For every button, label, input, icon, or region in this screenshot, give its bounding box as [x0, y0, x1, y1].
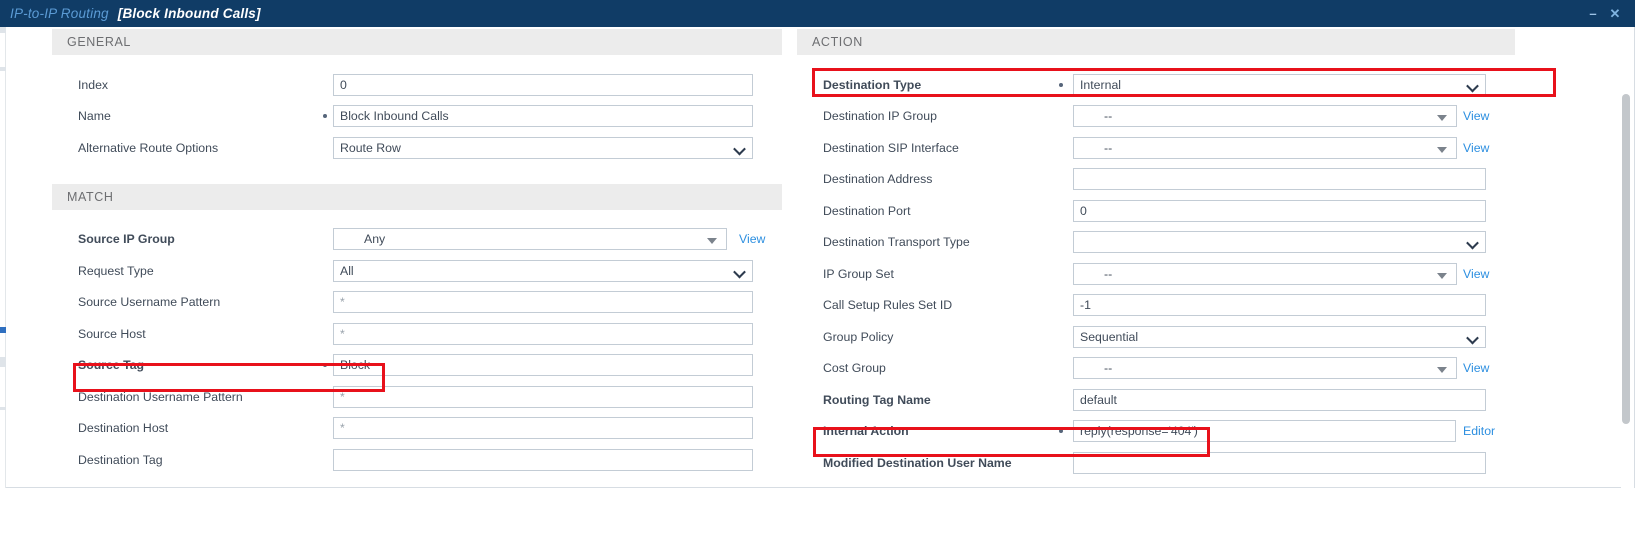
input-destination-host[interactable]: *: [333, 417, 753, 440]
label-cost-group: Cost Group: [823, 361, 886, 376]
row-modified-destination-user-name: Modified Destination User Name: [797, 447, 1515, 479]
label-source-username-pattern: Source Username Pattern: [78, 295, 221, 310]
label-destination-ip-group: Destination IP Group: [823, 109, 937, 124]
label-request-type: Request Type: [78, 263, 154, 278]
section-header-action: ACTION: [797, 29, 1515, 55]
view-link-destination-sip-interface[interactable]: View: [1463, 141, 1489, 155]
label-routing-tag-name: Routing Tag Name: [823, 392, 931, 407]
row-destination-tag: Destination Tag: [52, 444, 782, 476]
label-destination-sip-interface: Destination SIP Interface: [823, 140, 959, 155]
label-source-tag: Source Tag: [78, 358, 145, 373]
label-destination-host: Destination Host: [78, 421, 169, 436]
editor-link-internal-action[interactable]: Editor: [1463, 424, 1495, 438]
select-cost-group[interactable]: --: [1073, 357, 1457, 380]
row-source-host: Source Host *: [52, 318, 782, 350]
row-destination-address: Destination Address: [797, 164, 1515, 196]
input-source-host[interactable]: *: [333, 322, 753, 345]
label-destination-tag: Destination Tag: [78, 452, 163, 467]
select-group-policy[interactable]: Sequential: [1073, 325, 1486, 348]
input-modified-destination-user-name[interactable]: [1073, 451, 1486, 474]
row-call-setup-rules-set-id: Call Setup Rules Set ID -1: [797, 290, 1515, 322]
row-source-ip-group: Source IP Group Any View: [52, 224, 782, 256]
row-alternative-route-options: Alternative Route Options Route Row: [52, 132, 782, 164]
label-ip-group-set: IP Group Set: [823, 266, 894, 281]
select-source-ip-group[interactable]: Any: [333, 228, 727, 251]
row-name: Name Block Inbound Calls: [52, 101, 782, 133]
label-destination-type: Destination Type: [823, 77, 922, 92]
view-link-cost-group[interactable]: View: [1463, 361, 1489, 375]
row-group-policy: Group Policy Sequential: [797, 321, 1515, 353]
select-request-type[interactable]: All: [333, 259, 753, 282]
row-destination-transport-type: Destination Transport Type: [797, 227, 1515, 259]
dialog-subtitle: [Block Inbound Calls]: [117, 6, 261, 21]
input-name[interactable]: Block Inbound Calls: [333, 105, 753, 128]
label-modified-destination-user-name: Modified Destination User Name: [823, 455, 1012, 470]
input-routing-tag-name[interactable]: default: [1073, 388, 1486, 411]
label-group-policy: Group Policy: [823, 329, 894, 344]
row-ip-group-set: IP Group Set -- View: [797, 258, 1515, 290]
select-ip-group-set[interactable]: --: [1073, 262, 1457, 285]
row-destination-sip-interface: Destination SIP Interface -- View: [797, 132, 1515, 164]
row-source-username-pattern: Source Username Pattern *: [52, 287, 782, 319]
required-dot-source-tag: [323, 363, 327, 368]
label-destination-port: Destination Port: [823, 203, 911, 218]
input-source-tag[interactable]: Block: [333, 354, 753, 377]
input-destination-username-pattern[interactable]: *: [333, 385, 753, 408]
input-destination-address[interactable]: [1073, 168, 1486, 191]
required-dot-destination-type: [1059, 82, 1063, 87]
label-index: Index: [78, 77, 109, 92]
input-index[interactable]: 0: [333, 73, 753, 96]
row-internal-action: Internal Action reply(response='404') Ed…: [797, 416, 1515, 448]
view-link-ip-group-set[interactable]: View: [1463, 267, 1489, 281]
select-destination-sip-interface[interactable]: --: [1073, 136, 1457, 159]
label-internal-action: Internal Action: [823, 424, 909, 439]
row-destination-ip-group: Destination IP Group -- View: [797, 101, 1515, 133]
ip-to-ip-routing-dialog: IP-to-IP Routing [Block Inbound Calls] –…: [0, 0, 1635, 552]
label-alternative-route-options: Alternative Route Options: [78, 140, 219, 155]
scrollbar-thumb[interactable]: [1622, 94, 1630, 424]
section-header-general: GENERAL: [52, 29, 782, 55]
row-destination-port: Destination Port 0: [797, 195, 1515, 227]
row-destination-host: Destination Host *: [52, 413, 782, 445]
input-call-setup-rules-set-id[interactable]: -1: [1073, 294, 1486, 317]
required-dot-internal-action: [1059, 429, 1063, 434]
row-routing-tag-name: Routing Tag Name default: [797, 384, 1515, 416]
close-icon[interactable]: ✕: [1604, 0, 1626, 27]
view-link-destination-ip-group[interactable]: View: [1463, 109, 1489, 123]
select-alternative-route-options[interactable]: Route Row: [333, 136, 753, 159]
select-destination-ip-group[interactable]: --: [1073, 105, 1457, 128]
row-destination-type: Destination Type Internal: [797, 69, 1515, 101]
view-link-source-ip-group[interactable]: View: [739, 232, 765, 246]
row-index: Index 0: [52, 69, 782, 101]
row-source-tag: Source Tag Block: [52, 350, 782, 382]
select-destination-type[interactable]: Internal: [1073, 73, 1486, 96]
input-internal-action[interactable]: reply(response='404'): [1073, 420, 1456, 443]
input-destination-tag[interactable]: [333, 448, 753, 471]
label-name: Name: [78, 109, 111, 124]
right-panel: ACTION Destination Type Internal Destina…: [797, 29, 1515, 479]
label-destination-username-pattern: Destination Username Pattern: [78, 389, 243, 404]
window-controls: – ✕: [1582, 0, 1635, 27]
select-destination-transport-type[interactable]: [1073, 231, 1486, 254]
left-edge-strip: [0, 27, 6, 552]
vertical-scrollbar[interactable]: [1621, 28, 1631, 488]
section-header-match: MATCH: [52, 183, 782, 210]
dialog-title: IP-to-IP Routing: [10, 6, 109, 21]
label-destination-address: Destination Address: [823, 172, 933, 187]
row-destination-username-pattern: Destination Username Pattern *: [52, 381, 782, 413]
row-cost-group: Cost Group -- View: [797, 353, 1515, 385]
minimize-icon[interactable]: –: [1582, 0, 1604, 27]
input-source-username-pattern[interactable]: *: [333, 291, 753, 314]
input-destination-port[interactable]: 0: [1073, 199, 1486, 222]
row-request-type: Request Type All: [52, 255, 782, 287]
dialog-footer: Cancel APPLY: [0, 488, 1635, 552]
label-source-host: Source Host: [78, 326, 146, 341]
label-destination-transport-type: Destination Transport Type: [823, 235, 970, 250]
label-source-ip-group: Source IP Group: [78, 232, 175, 247]
required-dot-name: [323, 114, 327, 119]
dialog-titlebar: IP-to-IP Routing [Block Inbound Calls] –…: [0, 0, 1635, 27]
label-call-setup-rules-set-id: Call Setup Rules Set ID: [823, 298, 953, 313]
left-panel: GENERAL Index 0 Name Block Inbound Calls…: [52, 29, 782, 476]
